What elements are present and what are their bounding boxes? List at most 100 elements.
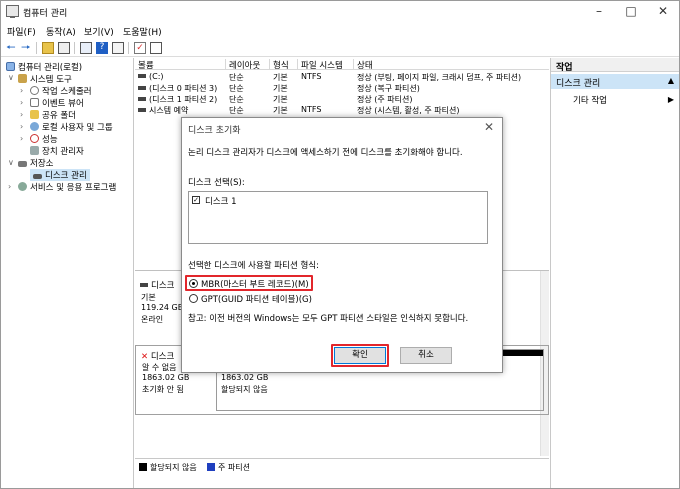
checklist-icon[interactable]: ✓	[134, 42, 146, 54]
forward-icon[interactable]: 🠖	[21, 42, 33, 54]
unallocated-size: 1863.02 GB	[221, 373, 269, 382]
device-manager-icon	[30, 146, 39, 155]
volume-list-header: 볼륨 레이아웃 형식 파일 시스템 상태	[135, 58, 549, 71]
help-icon[interactable]: ?	[96, 42, 108, 54]
tree-performance[interactable]: 성능	[30, 133, 58, 145]
tree-storage[interactable]: 저장소	[18, 157, 53, 169]
export-icon[interactable]	[112, 42, 124, 54]
tree-local-users[interactable]: 로컬 사용자 및 그룹	[30, 121, 113, 133]
tree-task-scheduler[interactable]: 작업 스케줄러	[30, 85, 92, 97]
collapse-triangle-icon: ▲	[667, 76, 674, 85]
actions-header: 작업	[551, 58, 679, 73]
toolbar: 🠔 🠖 ? ✓	[1, 39, 679, 57]
window-title: 컴퓨터 관리	[23, 9, 68, 19]
disk-management-icon	[33, 174, 42, 179]
collapse-caret-icon[interactable]: ›	[20, 86, 23, 95]
disk0-type: 기본	[141, 293, 156, 302]
table-row[interactable]: (디스크 0 파티션 3) 단순 기본 정상 (복구 파티션)	[135, 83, 549, 94]
dialog-intro: 논리 디스크 관리자가 디스크에 액세스하기 전에 디스크를 초기화해야 합니다…	[188, 148, 463, 158]
tools-icon	[18, 74, 27, 83]
partition-style-label: 선택한 디스크에 사용할 파티션 형식:	[188, 261, 319, 271]
unallocated-state: 할당되지 않음	[221, 385, 268, 394]
collapse-caret-icon[interactable]: ›	[20, 110, 23, 119]
col-layout[interactable]: 레이아웃	[226, 59, 270, 71]
disk0-label: 디스크	[151, 281, 175, 291]
tree-root[interactable]: 컴퓨터 관리(로컬)	[6, 61, 82, 73]
col-type[interactable]: 형식	[270, 59, 298, 71]
disk1-state: 초기화 안 됨	[142, 385, 184, 394]
cancel-button[interactable]: 취소	[400, 347, 452, 364]
menu-help[interactable]: 도움말(H)	[123, 25, 162, 38]
disk1-size: 1863.02 GB	[142, 373, 190, 382]
disk-icon	[140, 283, 148, 287]
tree-system-tools[interactable]: 시스템 도구	[18, 73, 72, 85]
show-tree-icon[interactable]	[58, 42, 70, 54]
mbr-radio[interactable]	[189, 279, 198, 288]
collapse-caret-icon[interactable]: ›	[20, 98, 23, 107]
services-icon	[18, 182, 27, 191]
unallocated-swatch-icon	[139, 463, 147, 471]
more-actions[interactable]: 기타 작업	[573, 94, 607, 106]
collapse-caret-icon[interactable]: ›	[20, 122, 23, 131]
disk-select-list[interactable]: ✓ 디스크 1	[188, 191, 488, 244]
submenu-arrow-icon: ▶	[667, 95, 674, 104]
computer-icon	[6, 62, 15, 71]
maximize-button[interactable]: □	[615, 1, 647, 23]
disk1-checkbox[interactable]: ✓	[192, 196, 200, 204]
table-row[interactable]: (디스크 1 파티션 2) 단순 기본 정상 (주 파티션)	[135, 94, 549, 105]
tree-shared-folders[interactable]: 공유 폴더	[30, 109, 76, 121]
tree-event-viewer[interactable]: 이벤트 뷰어	[30, 97, 84, 109]
mbr-label[interactable]: MBR(마스터 부트 레코드)(M)	[201, 278, 309, 290]
tree-services[interactable]: 서비스 및 응용 프로그램	[18, 181, 116, 193]
computer-management-icon	[6, 5, 19, 18]
navigation-tree: 컴퓨터 관리(로컬) ∨ 시스템 도구 › 작업 스케줄러 › 이벤트 뷰어 ›…	[2, 58, 134, 488]
performance-icon	[30, 134, 39, 143]
expand-caret-icon[interactable]: ∨	[8, 158, 14, 167]
collapse-caret-icon[interactable]: ›	[20, 134, 23, 143]
tree-device-manager[interactable]: 장치 관리자	[30, 145, 84, 157]
col-volume[interactable]: 볼륨	[135, 59, 226, 71]
volume-icon	[138, 74, 146, 78]
folder-up-icon[interactable]	[42, 42, 54, 54]
disk1-item[interactable]: 디스크 1	[205, 195, 237, 207]
table-row[interactable]: (C:) 단순 기본 NTFS 정상 (부팅, 페이지 파일, 크래시 덤프, …	[135, 72, 549, 83]
tree-disk-management[interactable]: 디스크 관리	[30, 169, 90, 181]
gpt-label[interactable]: GPT(GUID 파티션 테이블)(G)	[201, 293, 312, 305]
back-icon[interactable]: 🠔	[6, 42, 18, 54]
col-status[interactable]: 상태	[354, 59, 549, 71]
minimize-button[interactable]: –	[583, 1, 615, 23]
gpt-radio[interactable]	[189, 294, 198, 303]
initialize-disk-dialog: 디스크 초기화 ✕ 논리 디스크 관리자가 디스크에 액세스하기 전에 디스크를…	[181, 117, 503, 373]
volume-icon	[138, 86, 146, 90]
compat-note: 참고: 이전 버전의 Windows는 모두 GPT 파티션 스타일은 인식하지…	[188, 314, 469, 324]
menu-view[interactable]: 보기(V)	[84, 25, 114, 38]
close-button[interactable]: ✕	[647, 1, 679, 23]
ok-button[interactable]: 확인	[334, 347, 386, 364]
actions-disk-management[interactable]: 디스크 관리 ▲	[551, 74, 679, 89]
menu-file[interactable]: 파일(F)	[7, 25, 36, 38]
disk1-label: 디스크	[150, 352, 175, 362]
expand-caret-icon[interactable]: ∨	[8, 73, 14, 82]
table-row[interactable]: 시스템 예약 단순 기본 NTFS 정상 (시스템, 활성, 주 파티션)	[135, 105, 549, 116]
volume-icon	[138, 108, 146, 112]
event-viewer-icon	[30, 98, 39, 107]
properties-icon[interactable]	[80, 42, 92, 54]
volume-icon	[138, 97, 146, 101]
disk0-size: 119.24 GB	[141, 303, 184, 312]
menu-action[interactable]: 동작(A)	[46, 25, 76, 38]
dialog-title: 디스크 초기화	[188, 126, 241, 136]
dialog-close-button[interactable]: ✕	[484, 120, 494, 134]
view-icon[interactable]	[150, 42, 162, 54]
disk-select-label: 디스크 선택(S):	[188, 178, 245, 188]
title-bar: 컴퓨터 관리 – □ ✕	[1, 1, 679, 23]
disk-error-icon: ✕	[141, 352, 149, 362]
clock-icon	[30, 86, 39, 95]
disk0-state: 온라인	[141, 315, 164, 324]
col-filesystem[interactable]: 파일 시스템	[298, 59, 354, 71]
collapse-caret-icon[interactable]: ›	[8, 182, 11, 191]
disk1-type: 알 수 없음	[142, 363, 177, 372]
menu-bar: 파일(F) 동작(A) 보기(V) 도움말(H)	[1, 23, 679, 39]
disk-legend: 할당되지 않음 주 파티션	[135, 458, 549, 472]
storage-icon	[18, 161, 27, 167]
primary-swatch-icon	[207, 463, 215, 471]
